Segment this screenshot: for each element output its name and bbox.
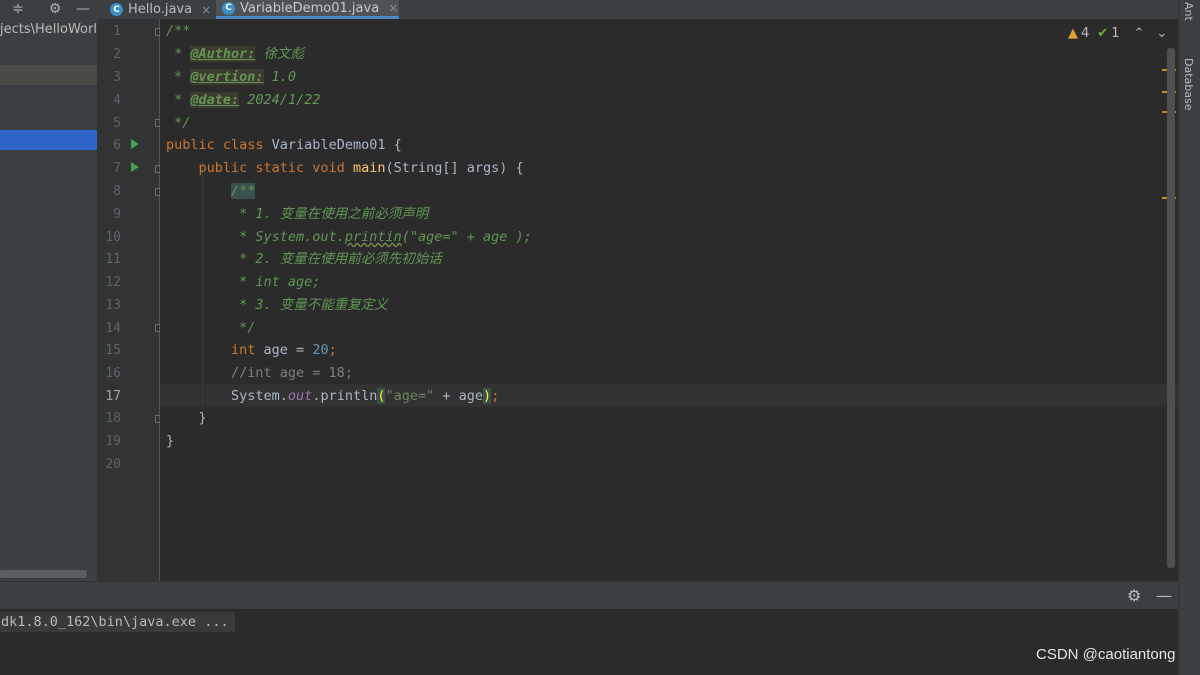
previous-highlight-icon[interactable]: ⌃ xyxy=(1133,26,1144,41)
line-number-current: 17 xyxy=(105,389,121,404)
line-number: 4 xyxy=(113,93,121,108)
close-icon[interactable]: × xyxy=(201,3,211,17)
line-number: 12 xyxy=(105,275,121,290)
code-line: } xyxy=(166,410,207,426)
code-line: /** xyxy=(231,183,256,199)
code-editor[interactable]: /** * @Author: 徐文彪 * @vertion: 1.0 * @da… xyxy=(160,19,1178,581)
code-line: */ xyxy=(166,115,191,131)
line-number: 5 xyxy=(113,116,121,131)
code-line: } xyxy=(166,433,175,449)
warning-icon: ▲ xyxy=(1068,25,1078,41)
code-line: * @Author: 徐文彪 xyxy=(166,46,305,62)
run-main-icon[interactable] xyxy=(131,162,139,172)
gear-icon[interactable]: ⚙ xyxy=(1127,586,1141,605)
code-line: * @vertion: 1.0 xyxy=(166,69,297,85)
project-tree-row-selected[interactable] xyxy=(0,130,97,150)
code-line: */ xyxy=(166,320,256,336)
code-line: * @date: 2024/1/22 xyxy=(166,92,321,108)
code-line: /** xyxy=(166,23,191,39)
run-console[interactable]: dk1.8.0_162\bin\java.exe ... xyxy=(0,609,1178,675)
inspection-widget[interactable]: ▲ 4 ✔ 1 ⌃ ⌄ xyxy=(1068,24,1167,42)
line-number: 13 xyxy=(105,298,121,313)
minimize-icon[interactable]: — xyxy=(73,0,93,19)
line-number: 7 xyxy=(113,161,121,176)
line-number: 19 xyxy=(105,434,121,449)
next-highlight-icon[interactable]: ⌄ xyxy=(1156,26,1167,41)
vertical-scrollbar[interactable] xyxy=(1167,48,1175,568)
code-line: * 1. 变量在使用之前必须声明 xyxy=(166,206,429,222)
code-line: * 3. 变量不能重复定义 xyxy=(166,297,388,313)
check-icon: ✔ xyxy=(1097,25,1109,41)
watermark: CSDN @caotiantong xyxy=(1036,646,1176,663)
project-path[interactable]: jects\HelloWorld xyxy=(0,22,97,37)
line-number: 8 xyxy=(113,184,121,199)
code-line: * int age; xyxy=(166,274,321,290)
line-number: 18 xyxy=(105,411,121,426)
line-number: 16 xyxy=(105,366,121,381)
project-tree-row[interactable] xyxy=(0,65,97,85)
tab-label: Hello.java xyxy=(128,2,193,17)
database-tool-button[interactable]: Database xyxy=(1182,58,1195,111)
minimize-icon[interactable]: — xyxy=(1156,586,1172,605)
tab-bar: ≑ ⚙ — C Hello.java × C VariableDemo01.ja… xyxy=(0,0,1178,20)
tab-hello-java[interactable]: C Hello.java × xyxy=(104,0,214,19)
line-number: 15 xyxy=(105,343,121,358)
code-line: public static void main(String[] args) { xyxy=(166,160,524,176)
run-panel-header: ⚙ — xyxy=(0,581,1178,609)
code-line: * System.out.printin("age=" + age ); xyxy=(166,229,532,245)
warning-count: 4 xyxy=(1081,25,1090,41)
line-number: 1 xyxy=(113,24,121,39)
line-number: 3 xyxy=(113,70,121,85)
run-class-icon[interactable] xyxy=(131,139,139,149)
ant-tool-button[interactable]: Ant xyxy=(1182,2,1195,21)
gear-icon[interactable]: ⚙ xyxy=(45,0,65,19)
code-line: public class VariableDemo01 { xyxy=(166,137,402,153)
tab-variabledemo01-java[interactable]: C VariableDemo01.java × xyxy=(216,0,399,19)
project-panel: jects\HelloWorld xyxy=(0,19,97,581)
line-number: 6 xyxy=(113,138,121,153)
line-number-gutter: 1 2 3 4 5 6 7 8 9 10 11 12 13 14 15 16 1… xyxy=(97,19,163,581)
weak-warning-count: 1 xyxy=(1111,25,1120,41)
close-icon[interactable]: × xyxy=(388,1,398,15)
console-output: dk1.8.0_162\bin\java.exe ... xyxy=(0,612,235,632)
java-class-icon: C xyxy=(222,1,235,15)
line-number: 20 xyxy=(105,457,121,472)
code-line: * 2. 变量在使用前必须先初始话 xyxy=(166,251,442,267)
line-number: 11 xyxy=(105,252,121,267)
code-line-current: System.out.println("age=" + age); xyxy=(166,388,500,404)
line-number: 10 xyxy=(105,230,121,245)
code-line: //int age = 18; xyxy=(166,365,353,381)
right-tool-strip: Ant Database xyxy=(1178,0,1200,675)
line-number: 9 xyxy=(113,207,121,222)
tab-label: VariableDemo01.java xyxy=(240,0,380,16)
code-line: int age = 20; xyxy=(231,342,337,358)
line-number: 2 xyxy=(113,47,121,62)
collapse-all-icon[interactable]: ≑ xyxy=(8,0,28,19)
horizontal-scrollbar[interactable] xyxy=(0,570,87,578)
line-number: 14 xyxy=(105,321,121,336)
java-class-icon: C xyxy=(110,3,123,16)
